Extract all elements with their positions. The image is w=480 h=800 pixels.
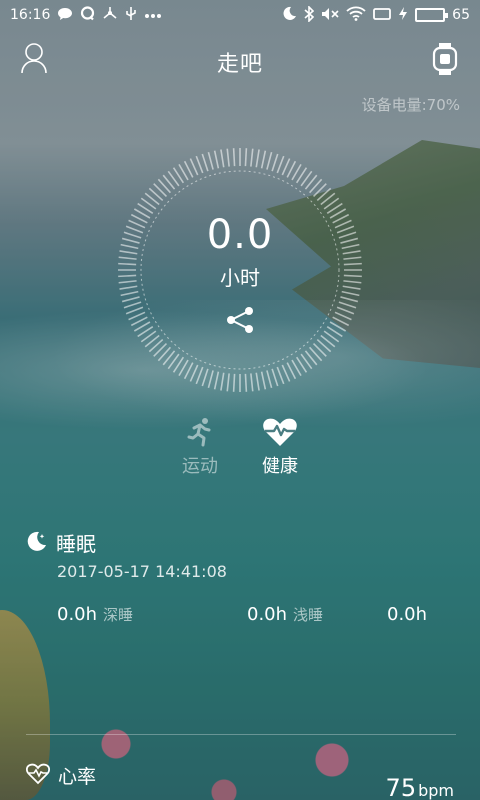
- heart-rate-number: 75: [385, 774, 417, 800]
- ring-tick: [244, 373, 248, 392]
- ring-tick: [226, 148, 230, 167]
- heart-rate-icon: [25, 763, 51, 789]
- heart-rate-title: 心率: [58, 766, 97, 788]
- tab-health-label: 健康: [262, 456, 298, 477]
- device-battery-label: 设备电量:70%: [361, 96, 460, 114]
- dial-value: 0.0: [206, 212, 274, 258]
- sleep-timestamp: 2017-05-17 14:41:08: [57, 562, 227, 581]
- ring-tick: [195, 155, 204, 174]
- heart-pulse-icon: [245, 416, 315, 448]
- ring-tick: [226, 373, 230, 392]
- ring-tick: [232, 148, 236, 167]
- ring-tick: [125, 306, 144, 315]
- ring-tick: [281, 364, 291, 382]
- battery-percent: 65: [452, 7, 470, 23]
- ring-tick: [338, 301, 357, 309]
- deep-sleep-stat: 0.0h 深睡: [57, 604, 133, 625]
- section-divider: [26, 734, 456, 735]
- chat-bubble-icon: [57, 7, 73, 24]
- sleep-header[interactable]: 睡眠: [26, 528, 96, 557]
- watch-icon[interactable]: [432, 42, 458, 76]
- page-title: 走吧: [216, 52, 263, 77]
- ring-tick: [220, 372, 225, 391]
- running-person-icon: [165, 416, 235, 448]
- ring-tick: [276, 366, 285, 385]
- light-sleep-value: 0.0h: [247, 604, 288, 625]
- deep-sleep-label: 深睡: [103, 606, 134, 624]
- ring-tick: [220, 149, 225, 168]
- moon-icon: [26, 530, 48, 556]
- ring-tick: [271, 153, 279, 172]
- tab-health[interactable]: 健康: [245, 416, 315, 478]
- ring-tick: [340, 296, 359, 303]
- ring-tick: [120, 290, 139, 297]
- ring-tick: [213, 150, 220, 169]
- ring-tick: [266, 370, 273, 389]
- ring-tick: [213, 371, 220, 390]
- ring-tick: [244, 148, 248, 167]
- ring-tick: [123, 301, 142, 309]
- ring-tick: [255, 149, 260, 168]
- ring-tick: [255, 372, 260, 391]
- ring-tick: [341, 290, 360, 297]
- screen-icon: [373, 7, 392, 24]
- bluetooth-icon: [304, 4, 315, 25]
- ring-tick: [201, 368, 209, 387]
- heart-rate-unit: bpm: [418, 781, 454, 800]
- qq-icon: [80, 6, 95, 24]
- ring-tick: [250, 148, 254, 167]
- light-sleep-stat: 0.0h 浅睡: [247, 604, 323, 625]
- usb-icon: [102, 6, 118, 24]
- app-header: 走吧: [0, 40, 480, 80]
- ring-tick: [121, 296, 140, 303]
- tab-sport[interactable]: 运动: [165, 416, 235, 478]
- ring-tick: [271, 368, 279, 387]
- ring-tick: [189, 158, 199, 176]
- awake-stat: 0.0h: [387, 604, 427, 625]
- moon-icon: [281, 6, 297, 24]
- share-icon[interactable]: [225, 306, 255, 334]
- mute-icon: [321, 7, 339, 24]
- ring-tick: [260, 150, 267, 169]
- ring-tick: [207, 151, 214, 170]
- more-dots-icon: [144, 9, 162, 22]
- ring-tick: [250, 373, 254, 392]
- ring-tick: [336, 306, 355, 315]
- ring-tick: [334, 311, 352, 321]
- ring-tick: [195, 366, 204, 385]
- heart-rate-header[interactable]: 心率: [25, 762, 97, 789]
- ring-tick: [266, 151, 273, 170]
- ring-tick: [281, 158, 291, 176]
- charging-icon: [398, 6, 408, 24]
- ring-tick: [276, 155, 285, 174]
- ring-tick: [128, 311, 146, 321]
- tab-sport-label: 运动: [182, 456, 218, 477]
- usb-debug-icon: [125, 6, 137, 24]
- ring-tick: [260, 371, 267, 390]
- light-sleep-label: 浅睡: [293, 606, 324, 624]
- ring-tick: [189, 364, 199, 382]
- battery-icon: [415, 8, 449, 22]
- ring-tick: [207, 370, 214, 389]
- ring-tick: [201, 153, 209, 172]
- sleep-title: 睡眠: [56, 532, 96, 556]
- deep-sleep-value: 0.0h: [57, 604, 98, 625]
- heart-rate-value: 75 bpm: [386, 774, 454, 800]
- ring-tick: [232, 373, 236, 392]
- wifi-icon: [346, 6, 366, 24]
- status-time: 16:16: [10, 7, 51, 23]
- awake-value: 0.0h: [387, 604, 428, 625]
- background-overlay: [0, 0, 480, 800]
- dial-unit: 小时: [220, 266, 260, 290]
- status-bar: 16:16 65: [0, 0, 480, 30]
